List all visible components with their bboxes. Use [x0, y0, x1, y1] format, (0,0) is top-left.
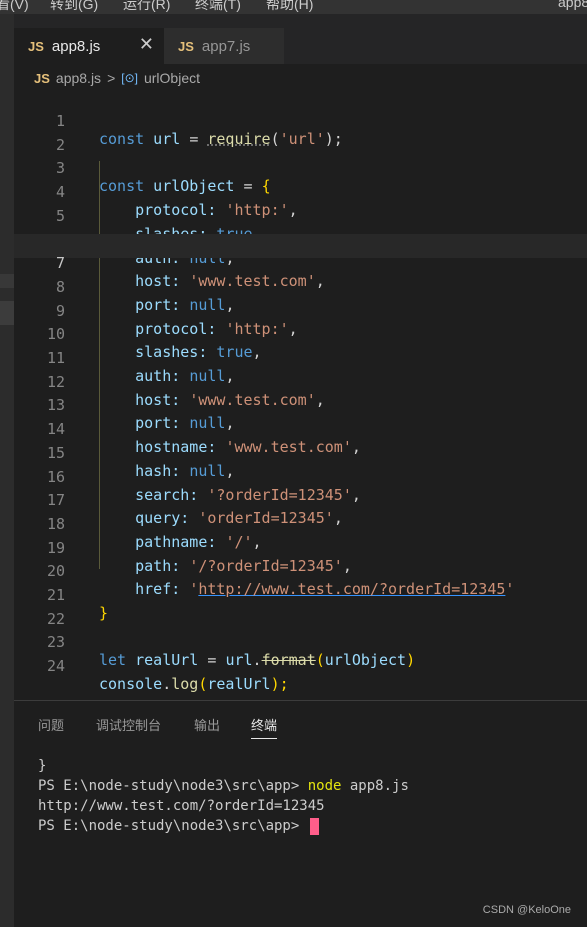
js-file-icon: JS — [178, 38, 194, 54]
close-icon[interactable]: ✕ — [139, 34, 154, 55]
tab-label: app8.js — [51, 37, 101, 55]
code-line: 14 hostname: 'www.test.com', — [14, 400, 587, 456]
terminal-cursor — [309, 817, 319, 835]
terminal-line: PS E:\node-study\node3\src\app> node app… — [38, 776, 409, 796]
menu-terminal[interactable]: 终端(T) — [195, 0, 241, 14]
menu-view[interactable]: 看(V) — [0, 0, 29, 14]
code-text: console.log(realUrl); — [99, 675, 289, 694]
code-line: 1 const url = require('url'); — [14, 92, 587, 148]
js-file-icon: JS — [34, 70, 50, 86]
breadcrumb-file[interactable]: app8.js — [56, 70, 101, 86]
chevron-right-icon: > — [107, 70, 116, 86]
menu-go[interactable]: 转到(G) — [50, 0, 98, 14]
terminal-line: http://www.test.com/?orderId=12345 — [38, 798, 325, 814]
code-line: 11 auth: null, — [14, 329, 587, 385]
activity-bar — [0, 14, 14, 927]
code-line: 3 const urlObject = { — [14, 139, 587, 195]
code-line: 24 console.log(realUrl); — [14, 637, 587, 693]
watermark: CSDN @KeloOne — [482, 904, 571, 916]
tab-terminal[interactable]: 终端 — [251, 715, 278, 739]
code-line: 17 query: 'orderId=12345', — [14, 471, 587, 527]
code-line: 16 search: '?orderId=12345', — [14, 448, 587, 504]
terminal-command: node — [307, 778, 342, 794]
code-line: 2 — [14, 116, 587, 154]
line-number: 24 — [46, 657, 65, 676]
activity-item-active[interactable] — [0, 301, 14, 325]
code-line: 23 let realUrl = url.format(urlObject) — [14, 613, 587, 669]
code-line: 13 port: null, — [14, 376, 587, 432]
breadcrumb: JS app8.js > [⊙] urlObject — [14, 64, 587, 92]
code-line: 18 pathname: '/', — [14, 495, 587, 551]
code-line: 10 slashes: true, — [14, 305, 587, 361]
terminal-line: PS E:\node-study\node3\src\app> — [38, 816, 409, 836]
code-line: 19 path: '/?orderId=12345', — [14, 519, 587, 575]
code-line: 21 } — [14, 566, 587, 622]
code-line: 12 host: 'www.test.com', — [14, 353, 587, 409]
code-line: 20 href: 'http://www.test.com/?orderId=1… — [14, 542, 587, 598]
variable-icon: [⊙] — [121, 71, 138, 85]
tab-problems[interactable]: 问题 — [38, 715, 64, 734]
terminal-prompt: PS E:\node-study\node3\src\app> — [38, 818, 308, 834]
tab-app7[interactable]: JS app7.js — [164, 28, 284, 64]
tab-app8[interactable]: JS app8.js ✕ — [14, 28, 164, 64]
panel-tabs: 问题 调试控制台 输出 终端 — [14, 701, 587, 743]
js-file-icon: JS — [28, 38, 44, 54]
code-line: 4 protocol: 'http:', — [14, 163, 587, 219]
terminal-output[interactable]: } PS E:\node-study\node3\src\app> node a… — [38, 756, 409, 836]
code-line-current: 7 host: 'www.test.com', — [14, 234, 587, 290]
menu-bar: 看(V) 转到(G) 运行(R) 终端(T) 帮助(H) app8 — [0, 0, 587, 14]
code-line: 5 slashes: true, — [14, 187, 587, 243]
menu-help[interactable]: 帮助(H) — [266, 0, 313, 14]
tab-debug-console[interactable]: 调试控制台 — [96, 715, 161, 734]
tab-output[interactable]: 输出 — [194, 715, 220, 734]
code-line: 8 port: null, — [14, 258, 587, 314]
code-editor[interactable]: 1 const url = require('url'); 2 3 const … — [14, 92, 587, 700]
breadcrumb-symbol[interactable]: urlObject — [144, 70, 200, 86]
code-line: 22 — [14, 590, 587, 628]
tab-label: app7.js — [201, 37, 251, 55]
code-line: 9 protocol: 'http:', — [14, 282, 587, 338]
menu-run[interactable]: 运行(R) — [123, 0, 170, 14]
terminal-command-args: app8.js — [341, 778, 409, 794]
code-line: 15 hash: null, — [14, 424, 587, 480]
editor-tabs: JS app8.js ✕ JS app7.js — [14, 14, 587, 64]
terminal-prompt: PS E:\node-study\node3\src\app> — [38, 778, 308, 794]
window-title: app8 — [558, 0, 587, 10]
code-line: 6 auth: null, — [14, 211, 587, 267]
activity-item[interactable] — [0, 274, 14, 288]
terminal-line: } — [38, 758, 47, 774]
